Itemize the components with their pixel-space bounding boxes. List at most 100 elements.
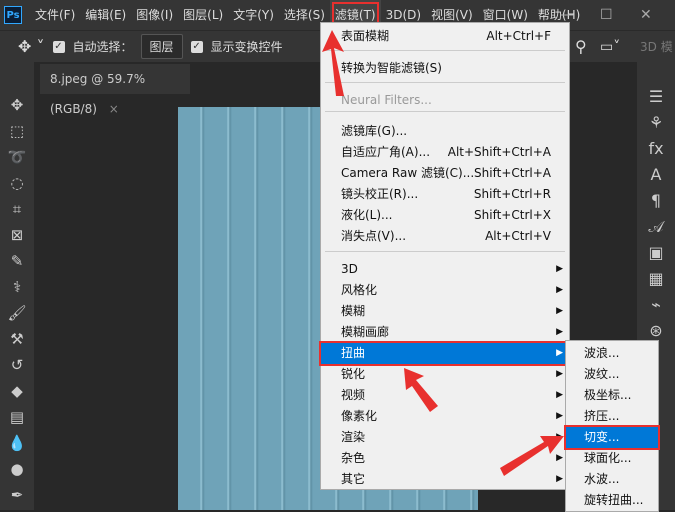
filter-menu-item[interactable]: 3D ▶: [321, 259, 569, 280]
distort-submenu-item[interactable]: 水波...: [566, 469, 658, 490]
maximize-button[interactable]: ☐: [600, 0, 613, 30]
filter-menu-item[interactable]: 杂色 ▶: [321, 448, 569, 469]
filter-menu-item[interactable]: 渲染 ▶: [321, 427, 569, 448]
menu-1[interactable]: 编辑(E): [80, 0, 131, 30]
menu-item-label: 挤压...: [584, 409, 620, 423]
menu-3[interactable]: 图层(L): [178, 0, 228, 30]
quick-select-tool-icon[interactable]: ◌: [0, 170, 34, 196]
menu-item-label: 视频: [341, 388, 366, 402]
adjustments-icon[interactable]: ⚘: [637, 110, 675, 136]
paths-icon[interactable]: ⌁: [637, 292, 675, 318]
character-icon[interactable]: A: [637, 162, 675, 188]
menu-item-label: 表面模糊: [341, 29, 390, 43]
menu-2[interactable]: 图像(I): [131, 0, 178, 30]
submenu-arrow-icon: ▶: [556, 285, 563, 295]
lasso-tool-icon[interactable]: ➰: [0, 144, 34, 170]
fx-icon[interactable]: fx: [637, 136, 675, 162]
history-brush-icon[interactable]: ↺: [0, 352, 34, 378]
filter-menu-item[interactable]: 像素化 ▶: [321, 406, 569, 427]
menu-4[interactable]: 文字(Y): [228, 0, 279, 30]
crop-tool-icon[interactable]: ⌗: [0, 196, 34, 222]
pen-tool-icon[interactable]: ✒: [0, 482, 34, 508]
gradient-tool-icon[interactable]: ▤: [0, 404, 34, 430]
filter-menu-item[interactable]: 模糊画廊 ▶: [321, 322, 569, 343]
filter-menu-item[interactable]: 模糊 ▶: [321, 301, 569, 322]
menu-separator: [325, 111, 565, 112]
filter-menu-item[interactable]: 锐化 ▶: [321, 364, 569, 385]
eraser-tool-icon[interactable]: ◆: [0, 378, 34, 404]
filter-menu-item[interactable]: 液化(L)... Shift+Ctrl+X: [321, 205, 569, 226]
filter-menu-item[interactable]: 其它 ▶: [321, 469, 569, 490]
marquee-tool-icon[interactable]: ⬚: [0, 118, 34, 144]
blur-tool-icon[interactable]: 💧: [0, 430, 34, 456]
menu-0[interactable]: 文件(F): [30, 0, 80, 30]
document-tab[interactable]: 8.jpeg @ 59.7%(RGB/8) ×: [40, 64, 190, 116]
glyphs-icon[interactable]: 𝒜: [637, 214, 675, 240]
menu-item-label: Camera Raw 滤镜(C)...: [341, 166, 475, 180]
menu-item-label: 3D: [341, 262, 358, 276]
properties-icon[interactable]: ☰: [637, 84, 675, 110]
distort-submenu-item[interactable]: 旋转扭曲...: [566, 490, 658, 511]
menu-item-label: Neural Filters...: [341, 93, 432, 107]
distort-submenu-item[interactable]: 切变...: [564, 425, 660, 450]
auto-select-label: 自动选择：: [72, 40, 133, 54]
show-transform-label: 显示变换控件: [210, 40, 283, 54]
layer-dropdown[interactable]: 图层: [140, 34, 183, 59]
paragraph-icon[interactable]: ¶: [637, 188, 675, 214]
filter-menu-item[interactable]: 转换为智能滤镜(S): [321, 58, 569, 79]
filter-menu-item[interactable]: 扭曲 ▶: [319, 341, 571, 366]
search-icon[interactable]: ⚲: [575, 37, 587, 56]
menu-item-label: 转换为智能滤镜(S): [341, 61, 442, 75]
filter-menu-item[interactable]: Camera Raw 滤镜(C)... Shift+Ctrl+A: [321, 163, 569, 184]
submenu-arrow-icon: ▶: [556, 306, 563, 316]
move-tool-icon[interactable]: ✥ ˅: [18, 37, 45, 56]
move-tool-icon[interactable]: ✥: [0, 92, 34, 118]
filter-menu-item[interactable]: Neural Filters...: [321, 90, 569, 111]
stamp-tool-icon[interactable]: ⚒: [0, 326, 34, 352]
menu-item-label: 其它: [341, 472, 366, 486]
filter-menu-item[interactable]: 视频 ▶: [321, 385, 569, 406]
dodge-tool-icon[interactable]: ●: [0, 456, 34, 482]
menu-item-shortcut: Shift+Ctrl+X: [474, 208, 551, 222]
menu-item-label: 自适应广角(A)...: [341, 145, 431, 159]
menu-item-label: 像素化: [341, 409, 378, 423]
menu-separator: [325, 251, 565, 252]
filter-menu-item[interactable]: 滤镜库(G)...: [321, 121, 569, 142]
distort-submenu-item[interactable]: 极坐标...: [566, 385, 658, 406]
filter-menu-item[interactable]: 自适应广角(A)... Alt+Shift+Ctrl+A: [321, 142, 569, 163]
filter-menu: 表面模糊 Alt+Ctrl+F 转换为智能滤镜(S) Neural Filters..…: [319, 22, 571, 490]
layout-icon[interactable]: ▦: [637, 266, 675, 292]
menu-item-label: 水波...: [584, 472, 620, 486]
filter-menu-item[interactable]: 消失点(V)... Alt+Ctrl+V: [321, 226, 569, 247]
filter-menu-item[interactable]: 风格化 ▶: [321, 280, 569, 301]
workspace-icon[interactable]: ▭˅: [600, 39, 620, 55]
brush-tool-icon[interactable]: 🖌: [0, 300, 34, 326]
menu-item-label: 镜头校正(R)...: [341, 187, 419, 201]
menu-item-label: 消失点(V)...: [341, 229, 407, 243]
menu-item-label: 杂色: [341, 451, 366, 465]
filter-menu-item[interactable]: 镜头校正(R)... Shift+Ctrl+R: [321, 184, 569, 205]
photoshop-logo: Ps: [4, 6, 22, 24]
close-window-button[interactable]: ✕: [640, 0, 652, 30]
submenu-arrow-icon: ▶: [556, 453, 563, 463]
menu-item-label: 滤镜库(G)...: [341, 124, 408, 138]
distort-submenu-item[interactable]: 波浪...: [566, 343, 658, 364]
close-tab-icon[interactable]: ×: [109, 102, 119, 116]
menu-item-label: 液化(L)...: [341, 208, 393, 222]
healing-tool-icon[interactable]: ⚕: [0, 274, 34, 300]
menu-item-label: 风格化: [341, 283, 378, 297]
distort-submenu-item[interactable]: 球面化...: [566, 448, 658, 469]
show-transform-checkbox[interactable]: ✓: [190, 40, 203, 53]
gradients-icon[interactable]: ▣: [637, 240, 675, 266]
frame-tool-icon[interactable]: ⊠: [0, 222, 34, 248]
submenu-arrow-icon: ▶: [556, 264, 563, 274]
filter-menu-item[interactable]: 表面模糊 Alt+Ctrl+F: [321, 26, 569, 47]
distort-submenu-item[interactable]: 波纹...: [566, 364, 658, 385]
auto-select-checkbox[interactable]: ✓: [52, 40, 65, 53]
menu-item-shortcut: Alt+Ctrl+F: [486, 29, 551, 43]
submenu-arrow-icon: ▶: [556, 432, 563, 442]
submenu-arrow-icon: ▶: [556, 474, 563, 484]
distort-submenu-item[interactable]: 挤压...: [566, 406, 658, 427]
menu-item-label: 模糊画廊: [341, 325, 390, 339]
eyedropper-tool-icon[interactable]: ✎: [0, 248, 34, 274]
